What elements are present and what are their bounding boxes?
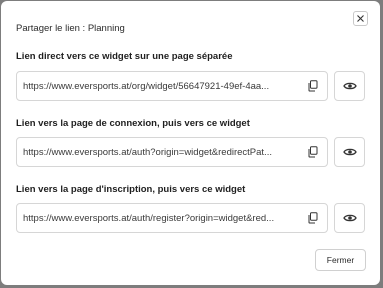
login-link-label: Lien vers la page de connexion, puis ver… bbox=[16, 118, 250, 129]
login-link-url: https://www.eversports.at/auth?origin=wi… bbox=[23, 146, 272, 158]
copy-icon[interactable] bbox=[307, 80, 319, 92]
dialog-title: Partager le lien : Planning bbox=[16, 23, 125, 34]
direct-link-url: https://www.eversports.at/org/widget/566… bbox=[23, 80, 270, 92]
login-link-field[interactable]: https://www.eversports.at/auth?origin=wi… bbox=[16, 137, 328, 167]
eye-icon bbox=[342, 82, 357, 90]
preview-login-link-button[interactable] bbox=[334, 137, 365, 167]
close-icon bbox=[357, 15, 364, 22]
share-link-dialog: Partager le lien : Planning Lien direct … bbox=[1, 1, 380, 285]
eye-icon bbox=[342, 148, 357, 156]
direct-link-field[interactable]: https://www.eversports.at/org/widget/566… bbox=[16, 71, 328, 101]
register-link-label: Lien vers la page d'inscription, puis ve… bbox=[16, 184, 246, 195]
copy-icon[interactable] bbox=[307, 212, 319, 224]
copy-icon[interactable] bbox=[307, 146, 319, 158]
close-button[interactable] bbox=[353, 11, 368, 26]
register-link-field[interactable]: https://www.eversports.at/auth/register?… bbox=[16, 203, 328, 233]
preview-register-link-button[interactable] bbox=[334, 203, 365, 233]
close-dialog-button[interactable]: Fermer bbox=[315, 249, 366, 271]
preview-direct-link-button[interactable] bbox=[334, 71, 365, 101]
register-link-url: https://www.eversports.at/auth/register?… bbox=[23, 212, 275, 224]
eye-icon bbox=[342, 214, 357, 222]
direct-link-label: Lien direct vers ce widget sur une page … bbox=[16, 51, 233, 62]
